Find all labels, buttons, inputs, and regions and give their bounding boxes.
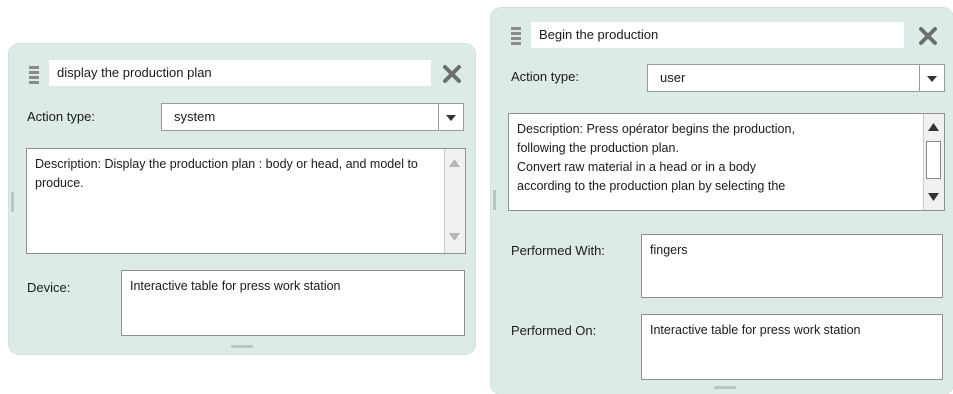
scroll-down-icon[interactable] (926, 189, 941, 205)
left-action-card: display the production plan Action type:… (9, 44, 475, 354)
chevron-down-icon[interactable] (919, 65, 944, 91)
resize-grip-left[interactable] (493, 190, 496, 210)
resize-grip-bottom[interactable] (714, 386, 736, 389)
device-field[interactable]: Interactive table for press work station (121, 270, 465, 336)
action-type-label: Action type: (27, 109, 95, 124)
description-line: according to the production plan by sele… (517, 179, 786, 193)
description-scrollbar[interactable] (923, 114, 944, 210)
scroll-up-icon[interactable] (926, 119, 941, 135)
performed-on-label: Performed On: (511, 323, 597, 338)
left-title-field[interactable]: display the production plan (49, 60, 431, 86)
scroll-up-icon[interactable] (447, 155, 462, 171)
description-line: Convert raw material in a head or in a b… (517, 160, 757, 174)
resize-grip-bottom[interactable] (231, 345, 253, 348)
device-label: Device: (27, 280, 71, 295)
right-action-card: Begin the production Action type: user D… (491, 8, 953, 394)
drag-handle-icon[interactable] (29, 66, 39, 84)
action-type-value: user (660, 70, 686, 85)
description-field[interactable]: Description: Press opérator begins the p… (508, 113, 945, 211)
action-type-select[interactable]: user (647, 64, 945, 92)
chevron-down-icon[interactable] (438, 104, 463, 130)
description-text: Description: Display the production plan… (35, 157, 418, 190)
description-scrollbar[interactable] (444, 149, 465, 253)
scroll-thumb[interactable] (926, 141, 941, 179)
performed-with-field[interactable]: fingers (641, 234, 943, 298)
description-line: following the production plan. (517, 141, 679, 155)
performed-on-field[interactable]: Interactive table for press work station (641, 314, 943, 380)
drag-handle-icon[interactable] (511, 27, 521, 45)
close-icon[interactable] (441, 63, 463, 85)
close-icon[interactable] (917, 25, 939, 47)
resize-grip-left[interactable] (11, 192, 14, 212)
right-title-field[interactable]: Begin the production (531, 22, 904, 48)
performed-with-label: Performed With: (511, 243, 605, 258)
description-field[interactable]: Description: Display the production plan… (26, 148, 466, 254)
action-type-select[interactable]: system (161, 103, 464, 131)
description-line: Description: Press opérator begins the p… (517, 122, 795, 136)
scroll-down-icon[interactable] (447, 229, 462, 245)
action-type-label: Action type: (511, 69, 579, 84)
action-type-value: system (174, 109, 216, 124)
